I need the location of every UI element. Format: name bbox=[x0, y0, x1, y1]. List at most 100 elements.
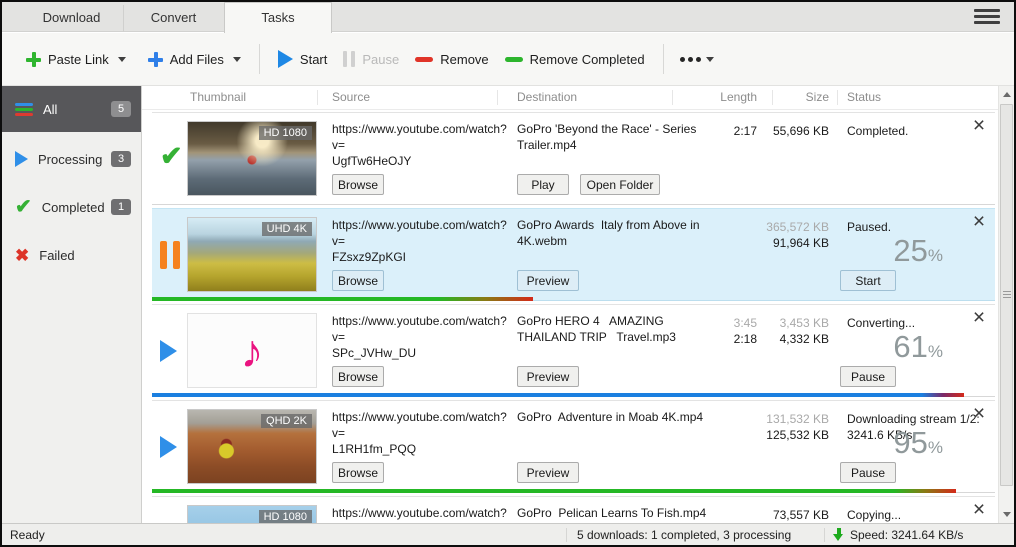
pause-icon bbox=[343, 51, 355, 67]
task-row[interactable]: HD 1080 https://www.youtube.com/watch?v=… bbox=[152, 496, 995, 523]
chevron-down-icon[interactable] bbox=[233, 57, 241, 62]
tab-bar: Download Convert Tasks bbox=[2, 2, 1014, 32]
sidebar-item-all[interactable]: All 5 bbox=[2, 86, 141, 132]
pause-task-button[interactable]: Pause bbox=[840, 462, 896, 483]
video-thumbnail: HD 1080 bbox=[187, 121, 317, 196]
destination-file: GoPro Awards Italy from Above in 4K.webm bbox=[517, 218, 725, 250]
scroll-up-button[interactable] bbox=[999, 86, 1015, 103]
size-cell: 73,557 KB bbox=[747, 507, 829, 523]
pause-button[interactable]: Pause bbox=[335, 43, 407, 75]
chevron-down-icon bbox=[706, 57, 714, 62]
music-note-icon: ♪ bbox=[241, 328, 264, 374]
status-bar: Ready 5 downloads: 1 completed, 3 proces… bbox=[2, 523, 1014, 545]
toolbar-separator bbox=[663, 44, 664, 74]
sidebar-item-processing[interactable]: Processing 3 bbox=[2, 139, 141, 179]
vertical-scrollbar[interactable] bbox=[998, 86, 1014, 523]
browse-button[interactable]: Browse bbox=[332, 366, 384, 387]
arrow-up-icon bbox=[1003, 92, 1011, 97]
header-size: Size bbox=[747, 90, 829, 104]
sidebar-item-failed[interactable]: ✖ Failed bbox=[2, 235, 141, 275]
chevron-down-icon[interactable] bbox=[118, 57, 126, 62]
source-url: https://www.youtube.com/watch?v=L1RH1fm_… bbox=[332, 410, 512, 457]
task-row[interactable]: UHD 4K https://www.youtube.com/watch?v=F… bbox=[152, 208, 995, 301]
progress-percent: 61% bbox=[893, 329, 943, 365]
video-thumbnail: HD 1080 bbox=[187, 505, 317, 523]
browse-button[interactable]: Browse bbox=[332, 174, 384, 195]
app-window: Download Convert Tasks Paste Link Add Fi… bbox=[0, 0, 1016, 547]
plus-icon bbox=[148, 52, 163, 67]
remove-button[interactable]: Remove bbox=[407, 44, 496, 75]
downloads-summary: 5 downloads: 1 completed, 3 processing bbox=[566, 528, 824, 542]
tab-convert[interactable]: Convert bbox=[123, 5, 223, 32]
toolbar: Paste Link Add Files Start Pause Remove … bbox=[2, 33, 1014, 86]
progress-bar bbox=[152, 297, 533, 301]
destination-file: GoPro Pelican Learns To Fish.mp4 bbox=[517, 506, 725, 522]
task-table: Thumbnail Source Destination Length Size… bbox=[142, 86, 998, 523]
audio-thumbnail: ♪ bbox=[187, 313, 317, 388]
count-badge: 3 bbox=[111, 151, 131, 167]
pause-task-button[interactable]: Pause bbox=[840, 366, 896, 387]
plus-icon bbox=[26, 52, 41, 67]
dot-icon bbox=[696, 57, 701, 62]
scrollbar-thumb[interactable] bbox=[1000, 104, 1013, 486]
preview-button[interactable]: Preview bbox=[517, 366, 579, 387]
progress-percent: 25% bbox=[893, 233, 943, 269]
processing-icon bbox=[160, 340, 177, 362]
destination-file: GoPro Adventure in Moab 4K.mp4 bbox=[517, 410, 725, 426]
remove-completed-icon bbox=[505, 57, 523, 62]
add-files-button[interactable]: Add Files bbox=[140, 44, 249, 75]
hamburger-menu-icon[interactable] bbox=[974, 9, 1000, 26]
dot-icon bbox=[688, 57, 693, 62]
table-header: Thumbnail Source Destination Length Size… bbox=[142, 86, 998, 110]
task-list: ✔ HD 1080 https://www.youtube.com/watch?… bbox=[142, 111, 998, 523]
close-icon[interactable]: × bbox=[970, 405, 988, 423]
length-cell: 3:45 2:18 bbox=[682, 315, 757, 347]
source-url: https://www.youtube.com/watch?v=FZsxz9Zp… bbox=[332, 218, 512, 265]
count-badge: 5 bbox=[111, 101, 131, 117]
sidebar-item-completed[interactable]: ✔ Completed 1 bbox=[2, 187, 141, 227]
header-source: Source bbox=[332, 90, 370, 104]
close-icon[interactable]: × bbox=[970, 117, 988, 135]
scroll-down-button[interactable] bbox=[999, 506, 1015, 523]
download-arrow-icon bbox=[833, 528, 844, 541]
size-cell: 131,532 KB 125,532 KB bbox=[747, 411, 829, 443]
tab-tasks[interactable]: Tasks bbox=[224, 2, 332, 33]
header-status: Status bbox=[847, 90, 881, 104]
task-row[interactable]: QHD 2K https://www.youtube.com/watch?v=L… bbox=[152, 400, 995, 493]
quality-badge: HD 1080 bbox=[259, 126, 312, 140]
open-folder-button[interactable]: Open Folder bbox=[580, 174, 660, 195]
close-icon[interactable]: × bbox=[970, 309, 988, 327]
task-row[interactable]: ♪ https://www.youtube.com/watch?v=SPc_JV… bbox=[152, 304, 995, 397]
close-icon[interactable]: × bbox=[970, 213, 988, 231]
start-task-button[interactable]: Start bbox=[840, 270, 896, 291]
close-icon[interactable]: × bbox=[970, 501, 988, 519]
dot-icon bbox=[680, 57, 685, 62]
remove-completed-button[interactable]: Remove Completed bbox=[497, 44, 653, 75]
progress-bar bbox=[152, 393, 964, 397]
paused-icon bbox=[160, 241, 180, 269]
paste-link-button[interactable]: Paste Link bbox=[18, 44, 134, 75]
remove-icon bbox=[415, 57, 433, 62]
header-length: Length bbox=[682, 90, 757, 104]
progress-percent: 95% bbox=[893, 425, 943, 461]
tab-download[interactable]: Download bbox=[20, 5, 123, 32]
speed-indicator: Speed: 3241.64 KB/s bbox=[824, 528, 1014, 542]
header-thumbnail: Thumbnail bbox=[190, 90, 246, 104]
all-filter-icon bbox=[15, 103, 33, 116]
browse-button[interactable]: Browse bbox=[332, 462, 384, 483]
preview-button[interactable]: Preview bbox=[517, 270, 579, 291]
more-options-button[interactable] bbox=[674, 49, 720, 70]
source-url: https://www.youtube.com/watch?v=zwI0amOW… bbox=[332, 506, 512, 523]
failed-icon: ✖ bbox=[15, 247, 29, 264]
task-row[interactable]: ✔ HD 1080 https://www.youtube.com/watch?… bbox=[152, 112, 995, 205]
start-button[interactable]: Start bbox=[270, 42, 335, 76]
preview-button[interactable]: Preview bbox=[517, 462, 579, 483]
ready-status: Ready bbox=[2, 528, 566, 542]
play-button[interactable]: Play bbox=[517, 174, 569, 195]
sidebar: All 5 Processing 3 ✔ Completed 1 ✖ Faile… bbox=[2, 86, 142, 523]
arrow-down-icon bbox=[1003, 512, 1011, 517]
processing-icon bbox=[15, 151, 28, 167]
size-cell: 3,453 KB 4,332 KB bbox=[747, 315, 829, 347]
source-url: https://www.youtube.com/watch?v=SPc_JVHw… bbox=[332, 314, 512, 361]
browse-button[interactable]: Browse bbox=[332, 270, 384, 291]
